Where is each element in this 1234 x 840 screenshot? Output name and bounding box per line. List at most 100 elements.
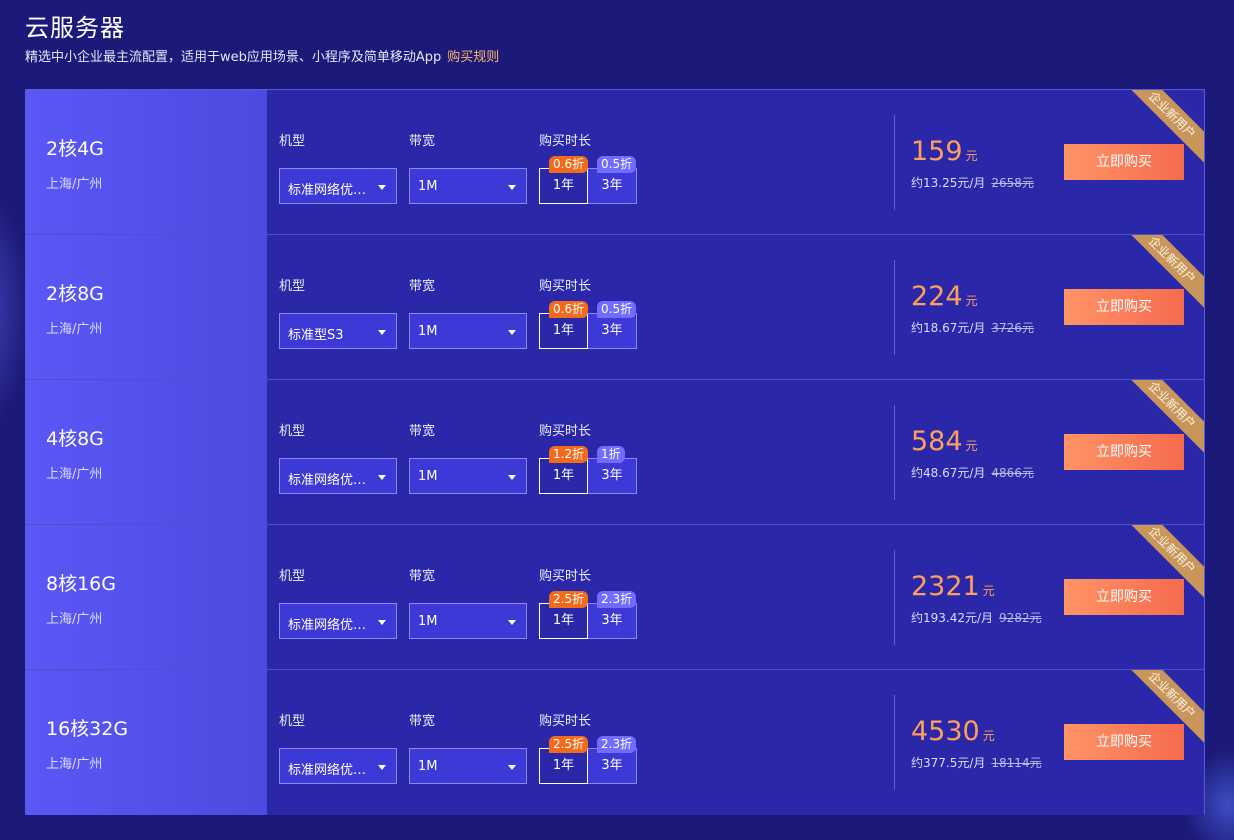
duration-label: 购买时长: [539, 134, 592, 149]
discount-badge-3-year: 2.3折: [597, 591, 637, 608]
duration-option-label: 1年: [552, 468, 575, 483]
purchase-rules-link[interactable]: 购买规则: [447, 50, 499, 65]
duration-option-3-year[interactable]: 0.5折 3年: [588, 156, 637, 204]
duration-option-1-year[interactable]: 0.6折 1年: [539, 156, 589, 204]
spec-name: 4核8G: [46, 428, 104, 450]
product-row: 16核32G 上海/广州 机型 带宽 购买时长 标准网络优化型S3 1M 2.5…: [26, 670, 1204, 815]
product-row: 4核8G 上海/广州 机型 带宽 购买时长 标准网络优化型S3 1M 1.2折 …: [26, 380, 1204, 525]
bandwidth-label: 带宽: [409, 569, 436, 584]
price-currency: 元: [965, 149, 978, 163]
monthly-price: 约193.42元/月: [911, 611, 994, 625]
chevron-down-icon: [378, 330, 386, 335]
chevron-down-icon: [378, 620, 386, 625]
discount-badge-1-year: 2.5折: [549, 591, 589, 608]
product-row: 2核4G 上海/广州 机型 带宽 购买时长 标准网络优化型S3 1M 0.6折 …: [26, 90, 1204, 235]
price-currency: 元: [982, 584, 995, 598]
price-detail: 约13.25元/月 2658元: [911, 174, 1034, 191]
buy-now-button[interactable]: 立即购买: [1064, 434, 1184, 470]
duration-selector: 0.6折 1年 0.5折 3年: [539, 156, 637, 204]
original-price: 3726元: [991, 321, 1034, 335]
type-label: 机型: [279, 424, 306, 439]
price-currency: 元: [982, 729, 995, 743]
buy-now-button[interactable]: 立即购买: [1064, 289, 1184, 325]
price-value: 4530: [911, 716, 980, 747]
duration-option-1-year[interactable]: 0.6折 1年: [539, 301, 589, 349]
price: 159 元: [911, 136, 978, 167]
instance-type-select[interactable]: 标准网络优化型S3: [279, 458, 397, 494]
chevron-down-icon: [508, 185, 516, 190]
original-price: 2658元: [991, 176, 1034, 190]
monthly-price: 约18.67元/月: [911, 321, 986, 335]
duration-label: 购买时长: [539, 714, 592, 729]
bandwidth-select[interactable]: 1M: [409, 458, 527, 494]
instance-type-value: 标准网络优化型S3: [288, 763, 368, 778]
spec-name: 2核8G: [46, 283, 104, 305]
duration-option-label: 3年: [601, 178, 623, 193]
buy-now-button[interactable]: 立即购买: [1064, 724, 1184, 760]
bandwidth-value: 1M: [418, 324, 438, 339]
bandwidth-select[interactable]: 1M: [409, 313, 527, 349]
price-detail: 约48.67元/月 4866元: [911, 464, 1034, 481]
duration-option-3-year[interactable]: 1折 3年: [588, 446, 637, 494]
buy-now-button[interactable]: 立即购买: [1064, 579, 1184, 615]
bandwidth-select[interactable]: 1M: [409, 748, 527, 784]
duration-label: 购买时长: [539, 424, 592, 439]
config-area: 机型 带宽 购买时长 标准网络优化型S3 1M 2.5折 1年 2.3折 3年: [267, 670, 1204, 815]
spec-region: 上海/广州: [46, 612, 103, 627]
instance-type-value: 标准网络优化型S3: [288, 618, 368, 633]
discount-badge-3-year: 0.5折: [597, 301, 637, 318]
price-detail: 约18.67元/月 3726元: [911, 319, 1034, 336]
instance-type-value: 标准网络优化型S3: [288, 183, 368, 198]
duration-option-1-year[interactable]: 2.5折 1年: [539, 591, 589, 639]
duration-label: 购买时长: [539, 279, 592, 294]
duration-label: 购买时长: [539, 569, 592, 584]
spec-region: 上海/广州: [46, 177, 103, 192]
divider: [894, 695, 895, 790]
duration-option-1-year[interactable]: 1.2折 1年: [539, 446, 589, 494]
instance-type-select[interactable]: 标准网络优化型S3: [279, 748, 397, 784]
duration-selector: 2.5折 1年 2.3折 3年: [539, 591, 637, 639]
bandwidth-select[interactable]: 1M: [409, 168, 527, 204]
spec-name: 16核32G: [46, 718, 129, 740]
divider: [894, 115, 895, 210]
price-value: 159: [911, 136, 963, 167]
spec-panel: 16核32G 上海/广州: [26, 670, 267, 815]
type-label: 机型: [279, 279, 306, 294]
duration-option-3-year[interactable]: 2.3折 3年: [588, 591, 637, 639]
spec-region: 上海/广州: [46, 467, 103, 482]
buy-now-button[interactable]: 立即购买: [1064, 144, 1184, 180]
chevron-down-icon: [508, 330, 516, 335]
instance-type-select[interactable]: 标准网络优化型S3: [279, 168, 397, 204]
spec-panel: 2核4G 上海/广州: [26, 90, 267, 234]
chevron-down-icon: [508, 475, 516, 480]
config-area: 机型 带宽 购买时长 标准网络优化型S3 1M 2.5折 1年 2.3折 3年: [267, 525, 1204, 669]
duration-option-3-year[interactable]: 0.5折 3年: [588, 301, 637, 349]
duration-option-label: 3年: [601, 613, 623, 628]
spec-name: 8核16G: [46, 573, 116, 595]
duration-option-label: 3年: [601, 468, 623, 483]
config-area: 机型 带宽 购买时长 标准网络优化型S3 1M 1.2折 1年 1折 3年: [267, 380, 1204, 524]
duration-selector: 0.6折 1年 0.5折 3年: [539, 301, 637, 349]
spec-region: 上海/广州: [46, 322, 103, 337]
duration-option-3-year[interactable]: 2.3折 3年: [588, 736, 637, 784]
discount-badge-3-year: 2.3折: [597, 736, 637, 753]
bandwidth-select[interactable]: 1M: [409, 603, 527, 639]
product-row: 2核8G 上海/广州 机型 带宽 购买时长 标准型S3 1M 0.6折 1年 0: [26, 235, 1204, 380]
price: 224 元: [911, 281, 978, 312]
price-value: 224: [911, 281, 963, 312]
type-label: 机型: [279, 134, 306, 149]
duration-option-label: 1年: [552, 178, 575, 193]
spec-panel: 8核16G 上海/广州: [26, 525, 267, 669]
bandwidth-label: 带宽: [409, 424, 436, 439]
original-price: 18114元: [991, 756, 1042, 770]
bandwidth-label: 带宽: [409, 714, 436, 729]
duration-option-1-year[interactable]: 2.5折 1年: [539, 736, 589, 784]
instance-type-value: 标准型S3: [288, 328, 344, 343]
duration-option-label: 3年: [601, 758, 623, 773]
instance-type-select[interactable]: 标准型S3: [279, 313, 397, 349]
product-row: 8核16G 上海/广州 机型 带宽 购买时长 标准网络优化型S3 1M 2.5折…: [26, 525, 1204, 670]
chevron-down-icon: [378, 185, 386, 190]
instance-type-select[interactable]: 标准网络优化型S3: [279, 603, 397, 639]
price-currency: 元: [965, 439, 978, 453]
discount-badge-1-year: 2.5折: [549, 736, 589, 753]
